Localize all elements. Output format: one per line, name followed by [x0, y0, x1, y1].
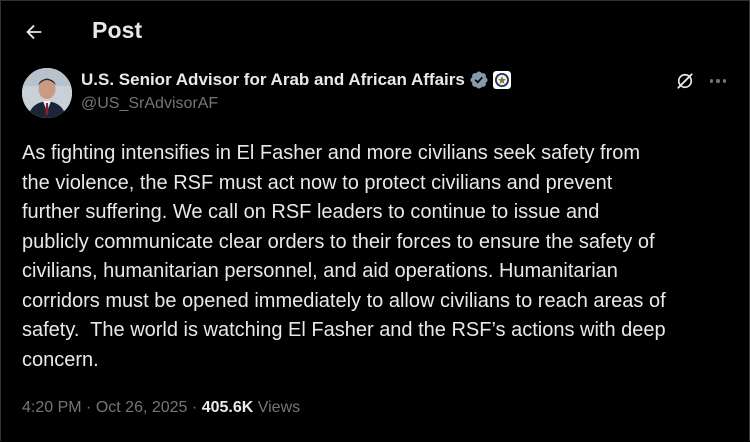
meta-separator: · — [86, 399, 92, 416]
verified-badge-icon[interactable] — [469, 70, 489, 90]
views-label: Views — [257, 399, 301, 416]
views-label-wrap: Views — [253, 399, 300, 417]
post-time[interactable]: 4:20 PM — [22, 399, 82, 417]
profile-photo-icon — [22, 68, 72, 118]
views-count: 405.6K — [201, 399, 254, 416]
post-date[interactable]: Oct 26, 2025 — [96, 399, 188, 417]
author-handle[interactable]: @US_SrAdvisorAF — [81, 95, 218, 113]
us-state-department-seal-icon[interactable] — [492, 71, 511, 89]
page-header: Post — [1, 1, 750, 61]
avatar[interactable] — [22, 68, 72, 118]
post-page: Post U.S. Senior Advisor for Arab and Af… — [0, 0, 750, 441]
more-options-button[interactable] — [705, 69, 731, 93]
arrow-left-icon — [26, 24, 42, 40]
page-title: Post — [92, 17, 143, 43]
back-button[interactable] — [15, 13, 53, 51]
author-name-row: U.S. Senior Advisor for Arab and African… — [81, 69, 511, 91]
meta-separator: · — [191, 399, 198, 416]
post-text: As fighting intensifies in El Fasher and… — [22, 142, 666, 371]
grok-icon — [677, 73, 693, 89]
grok-button[interactable] — [673, 69, 697, 93]
author-display-name[interactable]: U.S. Senior Advisor for Arab and African… — [81, 70, 465, 90]
more-horizontal-icon — [708, 79, 728, 83]
post-metadata: 4:20 PM · Oct 26, 2025 · 405.6K Views — [22, 399, 300, 417]
